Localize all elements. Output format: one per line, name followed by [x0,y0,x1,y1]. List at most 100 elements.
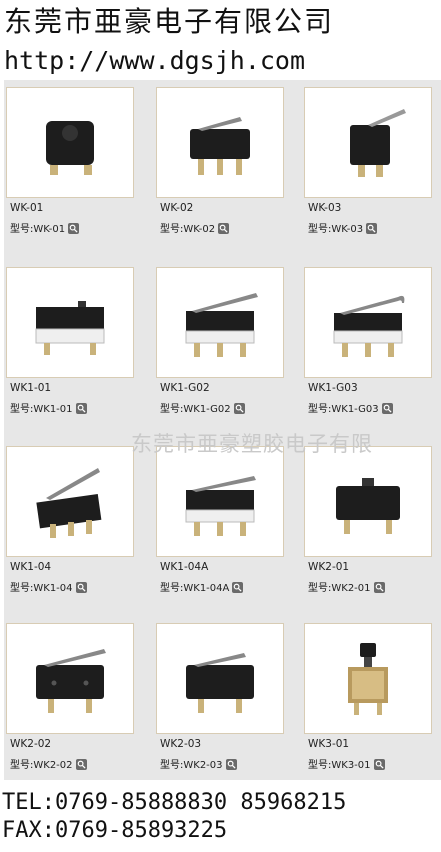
model-number: WK-01 [33,224,66,235]
model-prefix: 型号: [308,760,332,771]
product-photo[interactable] [6,87,134,198]
micro-switch-side-lever-icon [350,108,406,177]
product-card[interactable]: WK2-02 型号:WK2-02 [4,616,136,784]
model-prefix: 型号: [308,583,332,594]
product-card[interactable]: WK1-04 型号:WK1-04 [4,439,136,607]
zoom-icon[interactable] [233,403,245,414]
contact-telephone: TEL:0769-85888830 85968215 [2,790,347,815]
model-prefix: 型号: [160,583,184,594]
model-number: WK-02 [183,224,216,235]
product-model: 型号:WK-03 [308,220,378,235]
product-name[interactable]: WK3-01 [308,738,349,750]
product-name[interactable]: WK2-01 [308,561,349,573]
product-photo[interactable] [6,267,134,378]
model-number: WK2-02 [33,760,73,771]
product-card[interactable]: WK2-01 型号:WK2-01 [302,439,434,607]
product-model: 型号:WK2-01 [308,579,385,594]
product-card[interactable]: WK2-03 型号:WK2-03 [154,616,286,784]
product-photo[interactable] [304,87,432,198]
product-card[interactable]: WK-03 型号:WK-03 [302,80,434,248]
product-model: 型号:WK1-01 [10,400,87,415]
micro-switch-lever-icon [185,475,256,536]
product-model: 型号:WK2-02 [10,756,87,771]
model-prefix: 型号: [160,224,184,235]
micro-switch-hook-lever-icon [333,295,405,357]
model-number: WK2-03 [183,760,223,771]
zoom-icon[interactable] [373,582,385,593]
product-model: 型号:WK-01 [10,220,80,235]
micro-switch-long-lever-icon [185,292,258,357]
product-name[interactable]: WK-01 [10,202,43,214]
product-card[interactable]: WK1-G02 型号:WK1-G02 [154,260,286,428]
zoom-icon[interactable] [366,223,378,234]
model-prefix: 型号: [10,404,34,415]
zoom-icon[interactable] [68,223,80,234]
company-name: 东莞市亜豪电子有限公司 [4,5,335,38]
model-number: WK1-G02 [183,404,231,415]
product-card[interactable]: WK1-G03 型号:WK1-G03 [302,260,434,428]
product-model: 型号:WK3-01 [308,756,385,771]
product-photo[interactable] [304,446,432,557]
model-number: WK1-04 [33,583,73,594]
product-name[interactable]: WK2-03 [160,738,201,750]
product-model: 型号:WK1-04 [10,579,87,594]
product-name[interactable]: WK1-G03 [308,382,358,394]
model-number: WK-03 [331,224,364,235]
contact-fax: FAX:0769-85893225 [2,818,228,843]
product-photo[interactable] [156,623,284,734]
model-prefix: 型号: [10,760,34,771]
product-photo[interactable] [304,623,432,734]
micro-switch-square-icon [46,120,94,175]
product-photo[interactable] [156,446,284,557]
product-photo[interactable] [6,623,134,734]
product-card[interactable]: WK1-04A 型号:WK1-04A [154,439,286,607]
zoom-icon[interactable] [75,759,87,770]
product-name[interactable]: WK2-02 [10,738,51,750]
model-prefix: 型号: [160,760,184,771]
product-card[interactable]: WK1-01 型号:WK1-01 [4,260,136,428]
product-name[interactable]: WK1-G02 [160,382,210,394]
product-model: 型号:WK1-G02 [160,400,245,415]
product-name[interactable]: WK-03 [308,202,341,214]
micro-switch-black-plunger-icon [336,477,400,534]
zoom-icon[interactable] [381,403,393,414]
product-card[interactable]: WK-02 型号:WK-02 [154,80,286,248]
model-prefix: 型号: [10,583,34,594]
zoom-icon[interactable] [75,582,87,593]
product-name[interactable]: WK1-04 [10,561,51,573]
model-prefix: 型号: [308,224,332,235]
zoom-icon[interactable] [232,582,244,593]
website-url[interactable]: http://www.dgsjh.com [4,44,305,78]
model-number: WK1-04A [183,583,230,594]
model-prefix: 型号: [160,404,184,415]
zoom-icon[interactable] [75,403,87,414]
product-card[interactable]: WK-01 型号:WK-01 [4,80,136,248]
product-card[interactable]: WK3-01 型号:WK3-01 [302,616,434,784]
model-number: WK2-01 [331,583,371,594]
model-prefix: 型号: [10,224,34,235]
micro-switch-short-lever-icon [190,116,250,175]
model-number: WK3-01 [331,760,371,771]
product-photo[interactable] [304,267,432,378]
product-name[interactable]: WK1-04A [160,561,208,573]
model-number: WK1-G03 [331,404,379,415]
model-prefix: 型号: [308,404,332,415]
product-name[interactable]: WK-02 [160,202,193,214]
zoom-icon[interactable] [218,223,230,234]
product-name[interactable]: WK1-01 [10,382,51,394]
product-model: 型号:WK2-03 [160,756,237,771]
model-number: WK1-01 [33,404,73,415]
micro-switch-black-lever-icon [36,648,106,713]
push-button-switch-icon [348,642,388,715]
product-photo[interactable] [156,267,284,378]
product-photo[interactable] [156,87,284,198]
micro-switch-plunger-icon [35,300,105,355]
zoom-icon[interactable] [225,759,237,770]
product-grid: WK-01 型号:WK-01 WK-02 型号:WK-02 WK-03 型号:W… [4,80,441,780]
product-model: 型号:WK-02 [160,220,230,235]
product-model: 型号:WK1-G03 [308,400,393,415]
zoom-icon[interactable] [373,759,385,770]
micro-switch-black-short-lever-icon [186,652,254,713]
micro-switch-angled-lever-icon [36,467,102,538]
product-photo[interactable] [6,446,134,557]
